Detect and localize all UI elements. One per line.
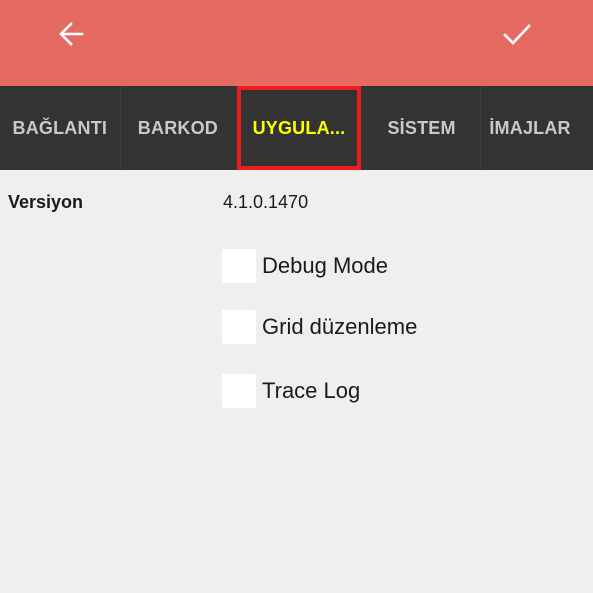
tab-baglanti[interactable]: BAĞLANTI [0, 86, 120, 170]
version-label: Versiyon [8, 192, 84, 212]
debug-mode-label: Debug Mode [262, 253, 388, 278]
grid-edit-option[interactable]: Grid düzenleme [222, 310, 417, 344]
debug-mode-checkbox[interactable] [222, 249, 256, 283]
debug-mode-option[interactable]: Debug Mode [222, 249, 388, 283]
tab-sistem[interactable]: SİSTEM [363, 86, 481, 170]
trace-log-option[interactable]: Trace Log [222, 374, 360, 408]
confirm-button[interactable] [497, 14, 537, 54]
arrow-left-icon [59, 22, 84, 46]
settings-tab-bar: BAĞLANTI BARKOD UYGULA... SİSTEM İMAJLAR [0, 86, 593, 170]
tab-barkod[interactable]: BARKOD [121, 86, 236, 170]
back-button[interactable] [51, 14, 91, 54]
grid-edit-label: Grid düzenleme [262, 314, 418, 339]
version-value: 4.1.0.1470 [223, 192, 309, 212]
app-header [0, 0, 593, 86]
trace-log-label: Trace Log [262, 378, 361, 403]
grid-edit-checkbox[interactable] [222, 310, 256, 344]
check-icon [503, 24, 531, 45]
tab-uygulama[interactable]: UYGULA... [235, 86, 363, 170]
tab-imajlar[interactable]: İMAJLAR [481, 86, 593, 170]
trace-log-checkbox[interactable] [222, 374, 256, 408]
